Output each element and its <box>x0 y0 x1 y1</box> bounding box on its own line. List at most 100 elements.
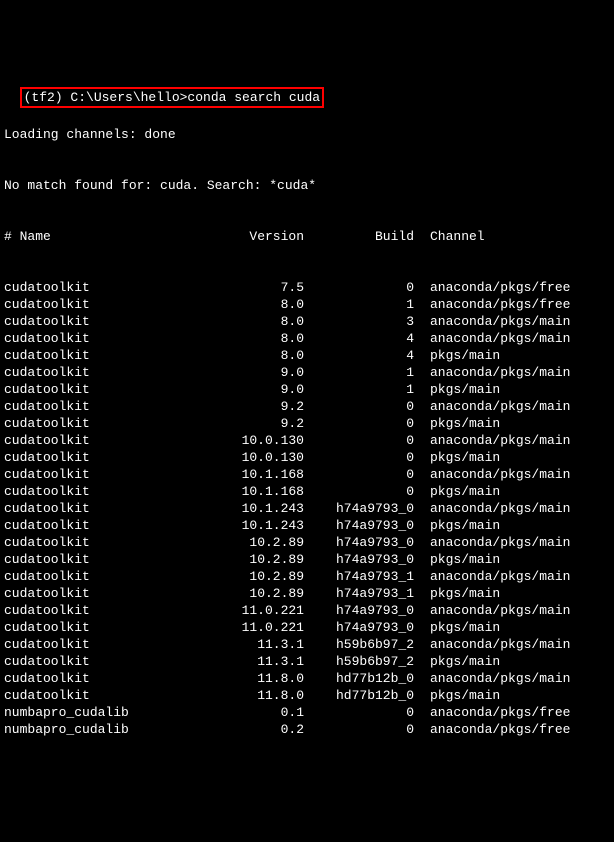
cell-name: cudatoolkit <box>4 449 194 466</box>
table-row: cudatoolkit11.0.221h74a9793_0anaconda/pk… <box>4 602 610 619</box>
cell-channel: anaconda/pkgs/free <box>414 296 570 313</box>
cell-name: cudatoolkit <box>4 313 194 330</box>
cell-name: cudatoolkit <box>4 347 194 364</box>
cell-version: 8.0 <box>194 330 304 347</box>
header-build: Build <box>304 228 414 245</box>
cell-build: 0 <box>304 449 414 466</box>
cell-name: cudatoolkit <box>4 381 194 398</box>
cell-version: 0.1 <box>194 704 304 721</box>
cell-name: cudatoolkit <box>4 585 194 602</box>
cell-name: cudatoolkit <box>4 364 194 381</box>
cell-build: 0 <box>304 483 414 500</box>
cell-channel: anaconda/pkgs/free <box>414 721 570 738</box>
table-header: # Name Version Build Channel <box>4 228 610 245</box>
cell-version: 11.3.1 <box>194 636 304 653</box>
cell-version: 10.2.89 <box>194 534 304 551</box>
cell-name: cudatoolkit <box>4 551 194 568</box>
cell-channel: anaconda/pkgs/main <box>414 568 570 585</box>
cell-build: 3 <box>304 313 414 330</box>
cell-name: cudatoolkit <box>4 670 194 687</box>
cell-channel: pkgs/main <box>414 585 500 602</box>
table-body: cudatoolkit7.50anaconda/pkgs/freecudatoo… <box>4 279 610 738</box>
cell-name: cudatoolkit <box>4 636 194 653</box>
cell-channel: anaconda/pkgs/free <box>414 704 570 721</box>
table-row: cudatoolkit10.1.243h74a9793_0anaconda/pk… <box>4 500 610 517</box>
cell-build: h74a9793_0 <box>304 517 414 534</box>
table-row: cudatoolkit10.1.1680anaconda/pkgs/main <box>4 466 610 483</box>
cell-channel: pkgs/main <box>414 347 500 364</box>
cell-version: 0.2 <box>194 721 304 738</box>
header-name: # Name <box>4 228 194 245</box>
cell-channel: pkgs/main <box>414 483 500 500</box>
cell-channel: anaconda/pkgs/free <box>414 279 570 296</box>
cell-build: h74a9793_0 <box>304 551 414 568</box>
cell-name: cudatoolkit <box>4 483 194 500</box>
cell-build: 0 <box>304 466 414 483</box>
table-row: numbapro_cudalib0.10anaconda/pkgs/free <box>4 704 610 721</box>
cell-channel: pkgs/main <box>414 517 500 534</box>
cell-version: 10.1.168 <box>194 466 304 483</box>
cell-version: 9.0 <box>194 381 304 398</box>
cell-name: cudatoolkit <box>4 330 194 347</box>
cell-version: 11.0.221 <box>194 619 304 636</box>
cell-channel: anaconda/pkgs/main <box>414 432 570 449</box>
cell-channel: anaconda/pkgs/main <box>414 364 570 381</box>
cell-version: 10.0.130 <box>194 449 304 466</box>
table-row: cudatoolkit11.3.1h59b6b97_2anaconda/pkgs… <box>4 636 610 653</box>
table-row: cudatoolkit8.04pkgs/main <box>4 347 610 364</box>
cell-name: cudatoolkit <box>4 619 194 636</box>
table-row: cudatoolkit8.01anaconda/pkgs/free <box>4 296 610 313</box>
table-row: cudatoolkit9.20anaconda/pkgs/main <box>4 398 610 415</box>
table-row: cudatoolkit11.3.1h59b6b97_2pkgs/main <box>4 653 610 670</box>
cell-build: h59b6b97_2 <box>304 653 414 670</box>
cell-version: 10.2.89 <box>194 551 304 568</box>
cell-version: 8.0 <box>194 347 304 364</box>
cell-name: cudatoolkit <box>4 500 194 517</box>
cell-version: 8.0 <box>194 296 304 313</box>
cell-version: 9.0 <box>194 364 304 381</box>
cell-version: 10.1.243 <box>194 500 304 517</box>
table-row: cudatoolkit11.8.0hd77b12b_0pkgs/main <box>4 687 610 704</box>
cell-version: 11.8.0 <box>194 670 304 687</box>
cell-build: h74a9793_0 <box>304 602 414 619</box>
cell-channel: pkgs/main <box>414 551 500 568</box>
cell-name: cudatoolkit <box>4 432 194 449</box>
cell-version: 10.0.130 <box>194 432 304 449</box>
table-row: cudatoolkit10.2.89h74a9793_0anaconda/pkg… <box>4 534 610 551</box>
cell-version: 10.1.243 <box>194 517 304 534</box>
cell-version: 10.2.89 <box>194 585 304 602</box>
cell-version: 10.1.168 <box>194 483 304 500</box>
header-version: Version <box>194 228 304 245</box>
cell-channel: pkgs/main <box>414 449 500 466</box>
cell-build: 0 <box>304 398 414 415</box>
cell-build: h74a9793_1 <box>304 568 414 585</box>
cell-build: 1 <box>304 364 414 381</box>
cell-channel: pkgs/main <box>414 687 500 704</box>
cell-build: hd77b12b_0 <box>304 687 414 704</box>
cell-name: cudatoolkit <box>4 602 194 619</box>
table-row: cudatoolkit7.50anaconda/pkgs/free <box>4 279 610 296</box>
command-highlight: (tf2) C:\Users\hello>conda search cuda <box>20 87 324 108</box>
cell-channel: anaconda/pkgs/main <box>414 636 570 653</box>
cell-version: 9.2 <box>194 415 304 432</box>
table-row: cudatoolkit10.2.89h74a9793_1anaconda/pkg… <box>4 568 610 585</box>
cell-name: cudatoolkit <box>4 568 194 585</box>
cell-build: h74a9793_0 <box>304 534 414 551</box>
cell-build: 4 <box>304 347 414 364</box>
cell-name: cudatoolkit <box>4 653 194 670</box>
cell-name: cudatoolkit <box>4 517 194 534</box>
cell-build: h74a9793_0 <box>304 500 414 517</box>
cell-build: h74a9793_1 <box>304 585 414 602</box>
cell-build: 1 <box>304 296 414 313</box>
cell-channel: pkgs/main <box>414 381 500 398</box>
table-row: cudatoolkit10.2.89h74a9793_0pkgs/main <box>4 551 610 568</box>
prompt-line: (tf2) C:\Users\hello>conda search cuda <box>24 90 320 105</box>
cell-build: 0 <box>304 721 414 738</box>
cell-version: 11.3.1 <box>194 653 304 670</box>
cell-name: numbapro_cudalib <box>4 721 194 738</box>
cell-channel: anaconda/pkgs/main <box>414 398 570 415</box>
cell-build: hd77b12b_0 <box>304 670 414 687</box>
table-row: cudatoolkit8.03anaconda/pkgs/main <box>4 313 610 330</box>
cell-build: h59b6b97_2 <box>304 636 414 653</box>
table-row: cudatoolkit10.0.1300pkgs/main <box>4 449 610 466</box>
